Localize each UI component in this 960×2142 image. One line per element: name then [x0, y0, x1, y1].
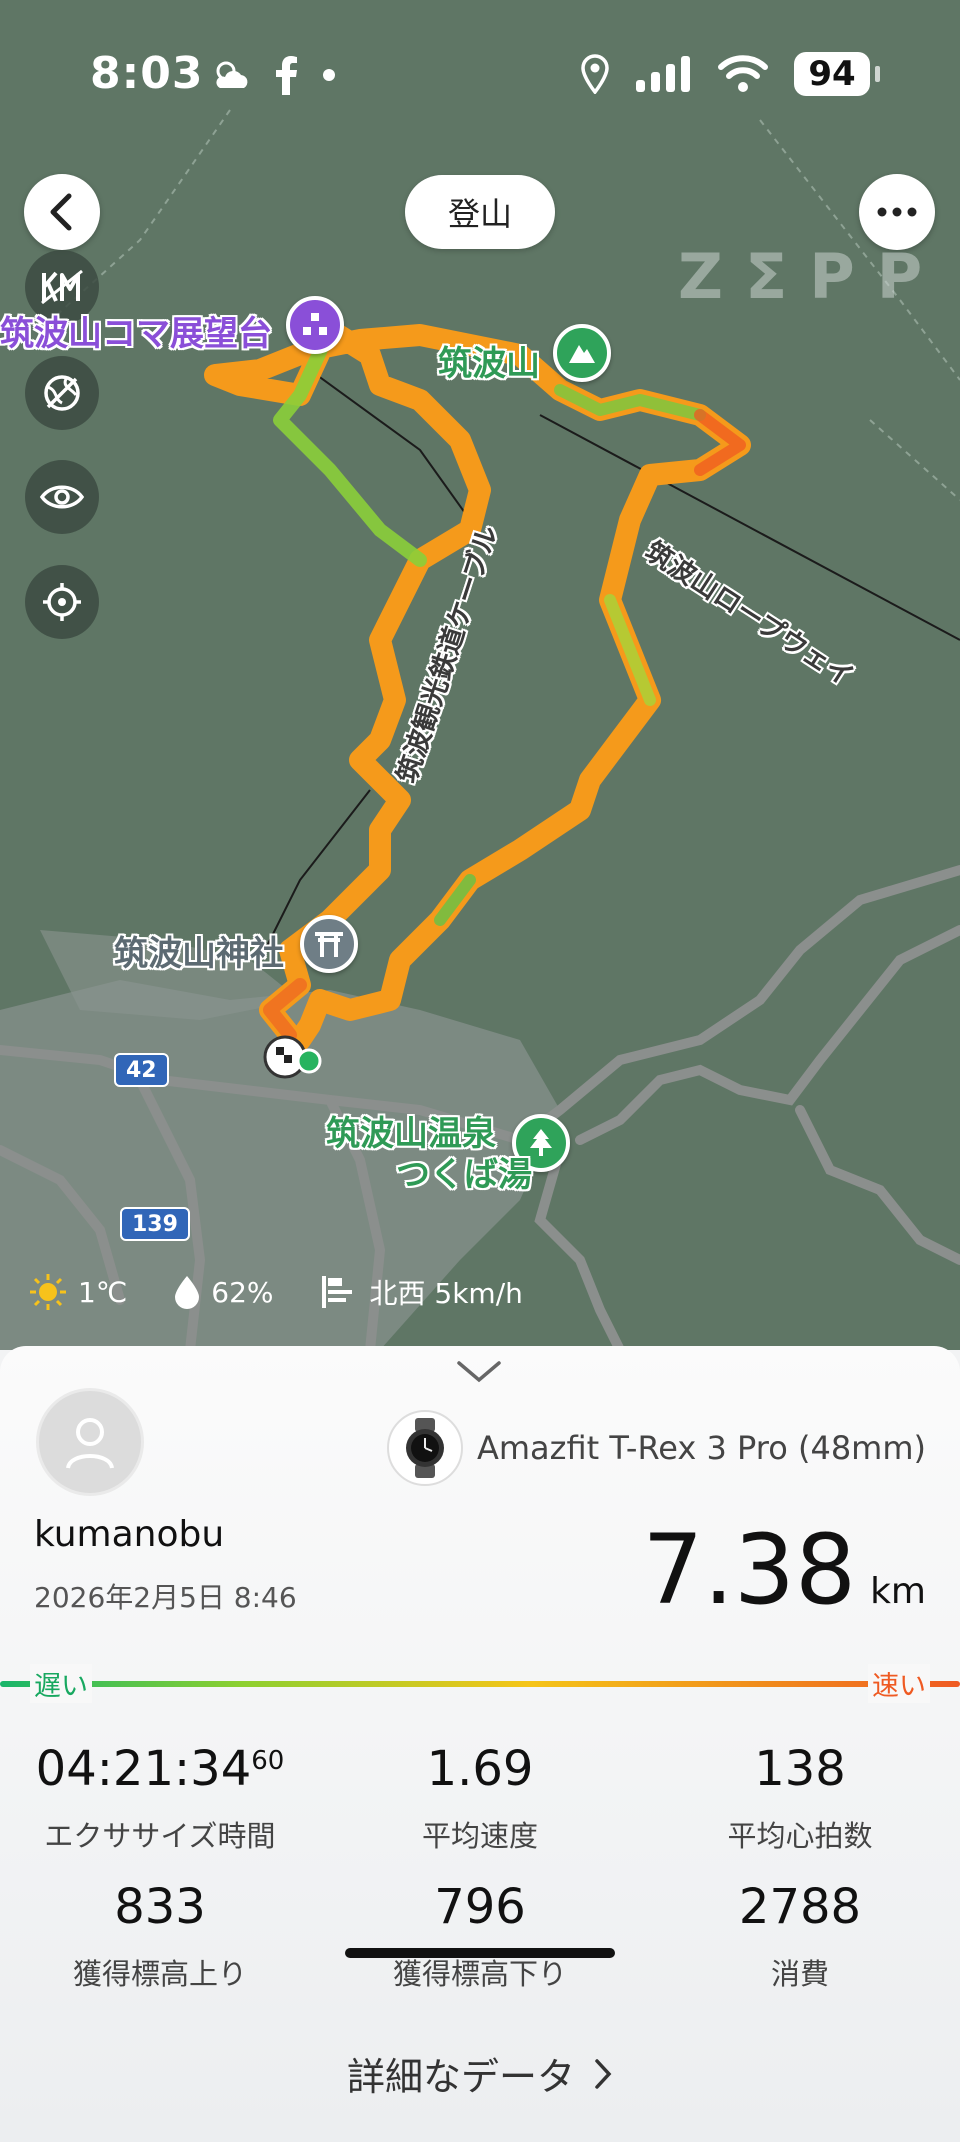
facebook-icon	[276, 56, 297, 95]
speed-legend: 遅い 速い	[0, 1664, 960, 1703]
more-dots-icon	[877, 207, 917, 217]
activity-datetime: 2026年2月5日 8:46	[34, 1581, 297, 1614]
chevron-right-icon	[595, 2058, 612, 2089]
eye-icon	[39, 485, 85, 509]
home-indicator[interactable]	[345, 1948, 615, 1958]
speed-legend-fast: 速い	[868, 1664, 930, 1703]
speed-gradient-bar	[0, 1681, 960, 1687]
status-time: 8:03	[90, 48, 204, 99]
map-layer-toggle[interactable]	[25, 356, 99, 430]
speed-legend-slow: 遅い	[30, 1664, 92, 1703]
collapse-handle[interactable]	[456, 1360, 502, 1388]
shrine-label: 筑波山神社	[114, 934, 284, 974]
stat-label: 平均速度	[421, 1819, 538, 1853]
humidity-value: 62%	[211, 1275, 274, 1309]
total-distance: 7.38 km	[642, 1514, 926, 1626]
torii-icon	[315, 932, 343, 957]
shrine-pin[interactable]	[300, 915, 358, 973]
back-button[interactable]	[24, 174, 100, 250]
wind-value: 北西 5km/h	[369, 1277, 523, 1310]
stat-value-fraction: 60	[251, 1746, 285, 1776]
stat-label: エクササイズ時間	[44, 1819, 276, 1853]
stat-elevation-loss: 796 獲得標高下り	[320, 1879, 640, 1993]
stat-avg-speed: 1.69 平均速度	[320, 1741, 640, 1855]
stat-value: 833	[114, 1879, 206, 1935]
crosshair-icon	[43, 583, 81, 621]
weather-cloud-icon	[216, 61, 248, 88]
person-icon	[66, 1418, 114, 1469]
stat-label: 平均心拍数	[727, 1819, 873, 1853]
stat-value: 138	[754, 1741, 846, 1797]
recenter-button[interactable]	[25, 565, 99, 639]
details-link[interactable]: 詳細なデータ	[0, 2046, 960, 2101]
km-marker-icon	[41, 269, 83, 305]
route-shield-139: 139	[120, 1207, 190, 1241]
stat-value: 04:21:34	[35, 1741, 252, 1797]
more-options-button[interactable]	[859, 174, 935, 250]
stat-label: 消費	[770, 1957, 829, 1991]
summary-sheet: Amazfit T-Rex 3 Pro (48mm) kumanobu 2026…	[0, 1346, 960, 2142]
status-bar: 8:03 94	[0, 0, 960, 150]
map-view[interactable]: 8:03 94 登山 ZΣPP 筑波山コマ展望台 筑波山 筑波山神社 筑波山温泉…	[0, 0, 960, 1350]
stat-label: 獲得標高上り	[72, 1957, 247, 1991]
onsen-label-line2: つくば湯	[396, 1155, 532, 1195]
viewpoint-icon	[303, 313, 327, 335]
route-shield-42: 42	[114, 1053, 169, 1087]
humidity-drop-icon	[175, 1276, 200, 1309]
details-link-label: 詳細なデータ	[346, 2055, 575, 2099]
stat-value: 2788	[738, 1879, 862, 1935]
weather-strip: 1℃ 62% 北西 5km/h	[28, 1272, 569, 1312]
chevron-down-icon	[457, 1361, 501, 1383]
notification-dot-icon	[323, 69, 335, 81]
mountain-icon	[569, 345, 595, 363]
location-icon	[581, 54, 609, 94]
distance-value: 7.38	[642, 1514, 857, 1626]
stat-value: 1.69	[426, 1741, 534, 1797]
stat-calories: 2788 消費	[640, 1879, 960, 1993]
wifi-icon	[718, 55, 768, 92]
viewpoint-label: 筑波山コマ展望台	[0, 314, 272, 354]
sun-icon	[30, 1274, 66, 1310]
cellular-signal-icon	[636, 56, 690, 92]
stat-exercise-time: 04:21:3460 エクササイズ時間	[0, 1741, 320, 1855]
activity-type-pill[interactable]: 登山	[405, 175, 555, 249]
distance-unit: km	[870, 1571, 926, 1612]
device-info[interactable]: Amazfit T-Rex 3 Pro (48mm)	[386, 1410, 926, 1486]
avatar[interactable]	[36, 1388, 144, 1496]
watch-icon	[386, 1410, 463, 1486]
zepp-watermark: ZΣPP	[678, 240, 945, 313]
wind-flag-icon	[321, 1276, 352, 1308]
battery-indicator: 94	[794, 52, 880, 96]
stat-value: 796	[434, 1879, 526, 1935]
visibility-toggle[interactable]	[25, 460, 99, 534]
chevron-left-icon	[50, 193, 72, 231]
globe-off-icon	[44, 375, 80, 411]
device-name: Amazfit T-Rex 3 Pro (48mm)	[476, 1429, 926, 1467]
summit-pin[interactable]	[553, 324, 611, 382]
stat-elevation-gain: 833 獲得標高上り	[0, 1879, 320, 1993]
username: kumanobu	[34, 1514, 225, 1555]
stat-avg-heart-rate: 138 平均心拍数	[640, 1741, 960, 1855]
temperature-value: 1℃	[78, 1275, 128, 1309]
viewpoint-pin[interactable]	[286, 296, 344, 354]
summit-label: 筑波山	[438, 344, 540, 384]
